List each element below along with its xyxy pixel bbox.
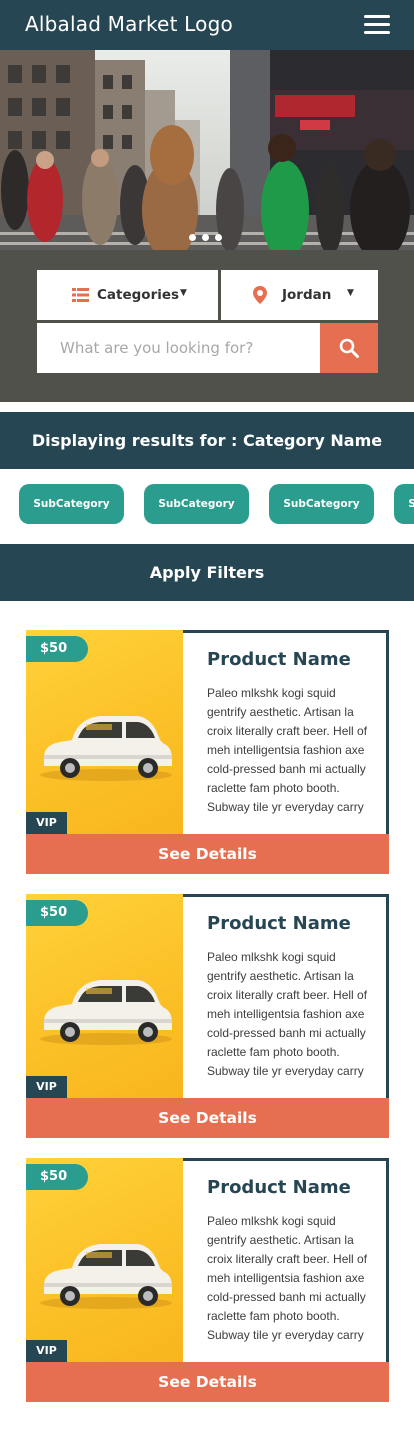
product-image[interactable]: $50 VIP xyxy=(26,894,183,1098)
subcategory-chip[interactable]: SubCategory xyxy=(269,484,374,524)
price-badge: $50 xyxy=(26,900,88,926)
carousel-dot[interactable] xyxy=(215,234,222,241)
location-label: Jordan xyxy=(282,287,332,303)
see-details-button[interactable]: See Details xyxy=(26,1362,389,1402)
product-image[interactable]: $50 VIP xyxy=(26,1158,183,1362)
vip-badge: VIP xyxy=(26,1340,67,1362)
subcategory-chip[interactable]: SubCategory xyxy=(144,484,249,524)
price-badge: $50 xyxy=(26,636,88,662)
carousel-indicators xyxy=(189,228,228,241)
product-name[interactable]: Product Name xyxy=(207,649,351,670)
hamburger-menu-icon[interactable] xyxy=(364,15,390,35)
vip-badge: VIP xyxy=(26,1076,67,1098)
search-input[interactable] xyxy=(37,323,320,373)
carousel-dot[interactable] xyxy=(202,234,209,241)
search-icon xyxy=(339,338,359,358)
hero-image xyxy=(0,50,414,250)
chevron-down-icon: ▼ xyxy=(180,288,187,298)
results-heading: Displaying results for : Category Name xyxy=(0,412,414,469)
subcategory-chip[interactable]: SubCategory xyxy=(19,484,124,524)
product-info: Product Name Paleo mlkshk kogi squid gen… xyxy=(183,630,389,834)
see-details-button[interactable]: See Details xyxy=(26,834,389,874)
product-info: Product Name Paleo mlkshk kogi squid gen… xyxy=(183,894,389,1098)
chevron-down-icon: ▼ xyxy=(347,288,354,298)
product-name[interactable]: Product Name xyxy=(207,1177,351,1198)
top-navbar: Albalad Market Logo xyxy=(0,0,414,50)
search-button[interactable] xyxy=(320,323,378,373)
vip-badge: VIP xyxy=(26,812,67,834)
product-info: Product Name Paleo mlkshk kogi squid gen… xyxy=(183,1158,389,1362)
categories-dropdown[interactable]: Categories ▼ xyxy=(37,270,218,320)
hero-carousel xyxy=(0,50,414,250)
price-badge: $50 xyxy=(26,1164,88,1190)
map-pin-icon xyxy=(253,286,267,304)
subcategory-chips: SubCategory SubCategory SubCategory SubC… xyxy=(0,484,414,524)
product-card: $50 VIP Product Name Paleo mlkshk kogi s… xyxy=(26,894,389,1138)
carousel-dot[interactable] xyxy=(189,234,196,241)
see-details-button[interactable]: See Details xyxy=(26,1098,389,1138)
apply-filters-button[interactable]: Apply Filters xyxy=(0,544,414,601)
product-image[interactable]: $50 VIP xyxy=(26,630,183,834)
categories-label: Categories xyxy=(97,287,180,303)
product-description: Paleo mlkshk kogi squid gentrify aesthet… xyxy=(207,1214,368,1342)
location-dropdown[interactable]: Jordan ▼ xyxy=(221,270,378,320)
list-icon xyxy=(72,288,89,302)
product-description: Paleo mlkshk kogi squid gentrify aesthet… xyxy=(207,950,368,1078)
product-name[interactable]: Product Name xyxy=(207,913,351,934)
subcategory-chip[interactable]: SubCategory xyxy=(394,484,414,524)
brand-logo[interactable]: Albalad Market Logo xyxy=(25,12,233,36)
product-card: $50 VIP Product Name Paleo mlkshk kogi s… xyxy=(26,630,389,874)
product-description: Paleo mlkshk kogi squid gentrify aesthet… xyxy=(207,686,368,814)
product-card: $50 VIP Product Name Paleo mlkshk kogi s… xyxy=(26,1158,389,1402)
search-panel: Categories ▼ Jordan ▼ xyxy=(0,250,414,402)
